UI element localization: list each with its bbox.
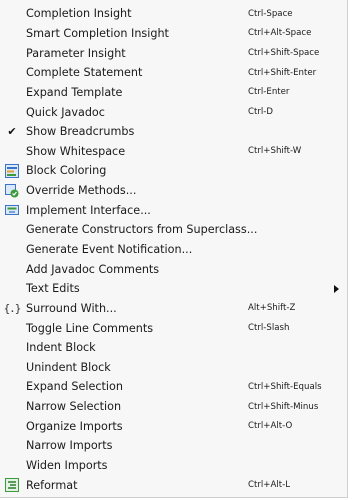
item-gutter <box>0 318 24 338</box>
menu-item-override-methods[interactable]: Override Methods... <box>0 181 347 201</box>
menu-item-shortcut: Ctrl-D <box>248 107 274 118</box>
item-gutter: ✔ <box>0 122 24 142</box>
menu-item-label: Add Javadoc Comments <box>26 262 160 276</box>
reformat-icon <box>5 478 19 493</box>
menu-item-implement-interface[interactable]: Implement Interface... <box>0 200 347 220</box>
menu-item-parameter-insight[interactable]: Parameter Insight Ctrl+Shift-Space <box>0 43 347 63</box>
menu-item-block-coloring[interactable]: Block Coloring <box>0 161 347 181</box>
menu-item-generate-event-notification[interactable]: Generate Event Notification... <box>0 240 347 260</box>
menu-item-label: Unindent Block <box>26 360 111 374</box>
item-gutter <box>0 181 24 201</box>
item-gutter <box>0 43 24 63</box>
item-gutter <box>0 4 24 24</box>
item-gutter: {.} <box>0 299 24 319</box>
menu-item-quick-javadoc[interactable]: Quick Javadoc Ctrl-D <box>0 102 347 122</box>
menu-item-label: Quick Javadoc <box>26 105 105 119</box>
menu-item-show-breadcrumbs[interactable]: ✔ Show Breadcrumbs <box>0 122 347 142</box>
menu-item-widen-imports[interactable]: Widen Imports <box>0 456 347 476</box>
menu-item-shortcut: Ctrl-Slash <box>248 323 290 334</box>
menu-item-surround-with[interactable]: {.} Surround With... Alt+Shift-Z <box>0 299 347 319</box>
menu-item-label: Block Coloring <box>26 164 107 178</box>
menu-item-reformat[interactable]: Reformat Ctrl+Alt-L <box>0 475 347 495</box>
item-gutter <box>0 358 24 378</box>
menu-item-shortcut: Ctrl+Alt-L <box>248 480 291 491</box>
menu-item-label: Indent Block <box>26 341 96 355</box>
item-gutter <box>0 63 24 83</box>
menu-item-shortcut: Ctrl+Shift-W <box>248 146 302 157</box>
item-gutter <box>0 200 24 220</box>
braces-icon: {.} <box>3 301 22 315</box>
menu-item-label: Organize Imports <box>26 419 123 433</box>
item-gutter <box>0 475 24 495</box>
menu-item-label: Reformat <box>26 478 78 492</box>
menu-item-label: Toggle Line Comments <box>26 321 154 335</box>
item-gutter <box>0 456 24 476</box>
menu-item-label: Show Breadcrumbs <box>26 125 135 139</box>
menu-item-shortcut: Ctrl+Alt-O <box>248 421 293 432</box>
menu-item-label: Implement Interface... <box>26 203 151 217</box>
menu-item-label: Expand Template <box>26 85 123 99</box>
menu-item-label: Surround With... <box>26 301 117 315</box>
menu-item-label: Complete Statement <box>26 66 143 80</box>
menu-item-indent-block[interactable]: Indent Block <box>0 338 347 358</box>
item-gutter <box>0 24 24 44</box>
menu-item-show-whitespace[interactable]: Show Whitespace Ctrl+Shift-W <box>0 141 347 161</box>
menu-item-shortcut: Ctrl+Alt-Space <box>248 28 312 39</box>
item-gutter <box>0 83 24 103</box>
menu-item-shortcut: Ctrl-Space <box>248 8 293 19</box>
menu-item-label: Expand Selection <box>26 380 123 394</box>
menu-item-label: Widen Imports <box>26 459 108 473</box>
implement-interface-icon <box>5 205 19 216</box>
item-gutter <box>0 436 24 456</box>
item-gutter <box>0 240 24 260</box>
menu-item-narrow-selection[interactable]: Narrow Selection Ctrl+Shift-Minus <box>0 397 347 417</box>
menu-item-label: Override Methods... <box>26 184 137 198</box>
menu-item-organize-imports[interactable]: Organize Imports Ctrl+Alt-O <box>0 416 347 436</box>
menu-item-text-edits[interactable]: Text Edits <box>0 279 347 299</box>
menu-item-complete-statement[interactable]: Complete Statement Ctrl+Shift-Enter <box>0 63 347 83</box>
item-gutter <box>0 259 24 279</box>
menu-item-label: Narrow Imports <box>26 439 113 453</box>
context-menu: Completion Insight Ctrl-Space Smart Comp… <box>0 0 348 498</box>
menu-item-smart-completion-insight[interactable]: Smart Completion Insight Ctrl+Alt-Space <box>0 24 347 44</box>
menu-item-shortcut: Ctrl-Enter <box>248 87 290 98</box>
menu-item-shortcut: Ctrl+Shift-Equals <box>248 381 322 392</box>
menu-item-generate-constructors[interactable]: Generate Constructors from Superclass... <box>0 220 347 240</box>
menu-item-shortcut: Ctrl+Shift-Space <box>248 48 320 59</box>
menu-item-add-javadoc-comments[interactable]: Add Javadoc Comments <box>0 259 347 279</box>
item-gutter <box>0 377 24 397</box>
menu-item-label: Smart Completion Insight <box>26 26 169 40</box>
block-coloring-icon <box>5 163 19 178</box>
menu-item-unindent-block[interactable]: Unindent Block <box>0 358 347 378</box>
menu-item-label: Text Edits <box>26 282 80 296</box>
item-gutter <box>0 416 24 436</box>
item-gutter <box>0 141 24 161</box>
menu-item-label: Completion Insight <box>26 7 132 21</box>
menu-item-toggle-line-comments[interactable]: Toggle Line Comments Ctrl-Slash <box>0 318 347 338</box>
menu-item-narrow-imports[interactable]: Narrow Imports <box>0 436 347 456</box>
menu-item-label: Parameter Insight <box>26 46 126 60</box>
menu-item-expand-selection[interactable]: Expand Selection Ctrl+Shift-Equals <box>0 377 347 397</box>
item-gutter <box>0 397 24 417</box>
item-gutter <box>0 161 24 181</box>
override-methods-icon <box>5 183 19 198</box>
item-gutter <box>0 279 24 299</box>
checkmark-icon: ✔ <box>7 125 17 139</box>
menu-item-shortcut: Ctrl+Shift-Minus <box>248 401 319 412</box>
submenu-arrow-icon <box>334 284 339 293</box>
menu-item-label: Generate Constructors from Superclass... <box>26 223 258 237</box>
menu-item-shortcut: Ctrl+Shift-Enter <box>248 67 317 78</box>
item-gutter <box>0 220 24 240</box>
menu-item-expand-template[interactable]: Expand Template Ctrl-Enter <box>0 83 347 103</box>
menu-item-label: Show Whitespace <box>26 144 126 158</box>
menu-item-shortcut: Alt+Shift-Z <box>248 303 296 314</box>
menu-item-label: Narrow Selection <box>26 400 122 414</box>
menu-item-completion-insight[interactable]: Completion Insight Ctrl-Space <box>0 4 347 24</box>
menu-item-label: Generate Event Notification... <box>26 243 193 256</box>
item-gutter <box>0 338 24 358</box>
item-gutter <box>0 102 24 122</box>
